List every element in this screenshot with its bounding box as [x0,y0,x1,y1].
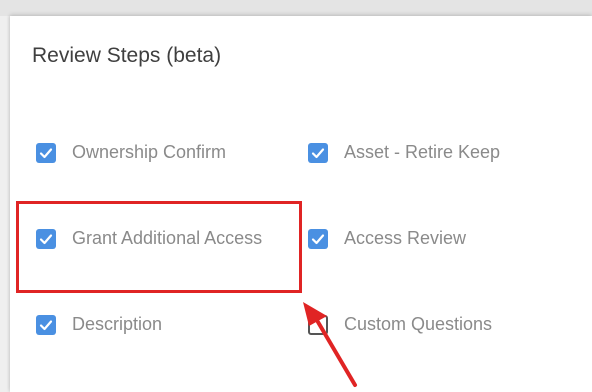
arrow-icon [303,302,357,387]
